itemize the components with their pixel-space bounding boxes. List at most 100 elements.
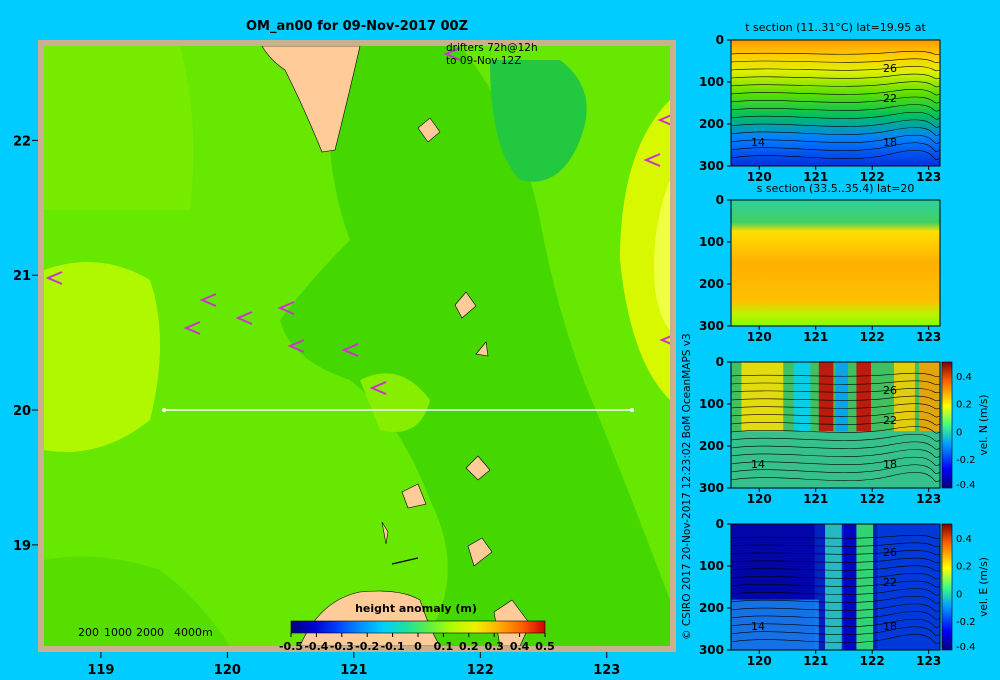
drifters-label-line1: drifters 72h@12h bbox=[446, 42, 538, 54]
s-section-panel: s section (33.5..35.4) lat=20 120 121 122 12… bbox=[699, 182, 941, 344]
section-y-tick-label: 200 bbox=[699, 439, 724, 453]
map-title: OM_an00 for 09-Nov-2017 00Z bbox=[246, 19, 468, 34]
map-y-tick-label: 21 bbox=[13, 269, 31, 284]
ve-section-panel: 26 22 18 14 120 121 122 123 0 100 200 300 0.4 0.2 0 -0.… bbox=[699, 517, 990, 668]
velocity-colorbar-tick-label: 0.2 bbox=[956, 562, 972, 573]
section-x-tick-label: 120 bbox=[747, 492, 772, 506]
depth-legend: 200 1000 2000 4000m bbox=[78, 626, 213, 639]
credit-text: © CSIRO 2017 20-Nov-2017 12:23:02 BoM Oc… bbox=[681, 333, 693, 640]
velocity-band bbox=[793, 362, 811, 432]
contour-label: 18 bbox=[883, 458, 897, 471]
velocity-band bbox=[856, 362, 872, 432]
map-y-axis: 19 20 21 22 bbox=[13, 134, 38, 554]
section-title: t section (11..31°C) lat=19.95 at bbox=[745, 21, 926, 34]
section-x-tick-label: 120 bbox=[747, 330, 772, 344]
map-x-tick-label: 119 bbox=[87, 663, 114, 678]
section-y-tick-label: 0 bbox=[716, 517, 724, 531]
t-section-panel: 26 22 18 14 t section (11..31°C) lat=19.95 a… bbox=[699, 21, 941, 184]
velocity-band bbox=[835, 362, 849, 432]
section-y-tick-label: 0 bbox=[716, 33, 724, 47]
velocity-band bbox=[825, 524, 842, 650]
contour-label: 22 bbox=[883, 576, 897, 589]
section-y-tick-label: 100 bbox=[699, 235, 724, 249]
colorbar-label: height anomaly (m) bbox=[355, 602, 477, 615]
map-x-tick-label: 120 bbox=[214, 663, 241, 678]
section-y-tick-label: 0 bbox=[716, 193, 724, 207]
vn-section-panel: 26 22 18 14 120 121 122 123 0 100 200 300 0.4 0.2 0 -0.… bbox=[699, 355, 990, 506]
height-anomaly-map: OM_an00 for 09-Nov-2017 00Z drifters 72h… bbox=[13, 19, 676, 678]
section-y-tick-label: 200 bbox=[699, 117, 724, 131]
section-y-tick-label: 300 bbox=[699, 481, 724, 495]
section-line-end bbox=[630, 408, 635, 413]
section-x-tick-label: 122 bbox=[860, 492, 885, 506]
map-field bbox=[44, 46, 670, 646]
section-x-tick-label: 120 bbox=[747, 654, 772, 668]
map-x-axis: 119 120 121 122 123 bbox=[87, 652, 620, 678]
section-x-tick-label: 121 bbox=[803, 654, 828, 668]
map-x-tick-label: 123 bbox=[593, 663, 620, 678]
colorbar-tick-label: 0.1 bbox=[434, 640, 454, 653]
depth-legend-label: 4000m bbox=[174, 626, 213, 639]
colorbar-scale bbox=[290, 620, 546, 634]
section-y-tick-label: 300 bbox=[699, 643, 724, 657]
section-panels: 26 22 18 14 t section (11..31°C) lat=19.95 a… bbox=[699, 21, 990, 668]
contour-label: 14 bbox=[751, 620, 765, 633]
section-y-tick-label: 200 bbox=[699, 601, 724, 615]
velocity-colorbar-tick-label: 0 bbox=[956, 427, 962, 438]
map-y-tick-label: 20 bbox=[13, 404, 31, 419]
colorbar-tick-label: -0.4 bbox=[304, 640, 328, 653]
contour-label: 26 bbox=[883, 546, 897, 559]
section-x-tick-label: 121 bbox=[803, 492, 828, 506]
velocity-colorbar bbox=[941, 361, 953, 489]
colorbar-tick-label: 0 bbox=[414, 640, 422, 653]
colorbar-tick-label: 0.2 bbox=[459, 640, 479, 653]
section-y-tick-label: 0 bbox=[716, 355, 724, 369]
contour-label: 18 bbox=[883, 620, 897, 633]
velocity-colorbar-label: vel. N (m/s) bbox=[978, 395, 990, 456]
map-y-tick-label: 19 bbox=[13, 539, 31, 554]
section-x-tick-label: 123 bbox=[916, 170, 941, 184]
colorbar-tick-label: -0.5 bbox=[279, 640, 303, 653]
contour-label: 26 bbox=[883, 62, 897, 75]
depth-legend-label: 2000 bbox=[136, 626, 164, 639]
section-x-tick-label: 123 bbox=[916, 330, 941, 344]
section-field bbox=[731, 200, 940, 326]
velocity-colorbar-tick-label: 0 bbox=[956, 589, 962, 600]
velocity-band bbox=[843, 524, 857, 650]
colorbar-tick-label: 0.4 bbox=[510, 640, 530, 653]
contour-label: 14 bbox=[751, 136, 765, 149]
map-x-tick-label: 121 bbox=[340, 663, 367, 678]
depth-legend-label: 1000 bbox=[104, 626, 132, 639]
contour-label: 18 bbox=[883, 136, 897, 149]
velocity-band bbox=[856, 524, 874, 650]
contour-label: 22 bbox=[883, 92, 897, 105]
contour-label: 26 bbox=[883, 384, 897, 397]
figure: OM_an00 for 09-Nov-2017 00Z drifters 72h… bbox=[13, 19, 990, 678]
velocity-colorbar-tick-label: -0.4 bbox=[956, 642, 976, 653]
velocity-colorbar-tick-label: -0.2 bbox=[956, 617, 976, 628]
colorbar-tick-label: -0.1 bbox=[381, 640, 405, 653]
section-y-tick-label: 300 bbox=[699, 159, 724, 173]
section-x-tick-label: 122 bbox=[860, 330, 885, 344]
map-x-tick-label: 122 bbox=[467, 663, 494, 678]
velocity-colorbar-tick-label: 0.4 bbox=[956, 534, 972, 545]
map-field-ridge bbox=[44, 46, 194, 210]
drifters-label-line2: to 09-Nov 12Z bbox=[446, 55, 521, 67]
velocity-band bbox=[818, 362, 834, 432]
section-x-tick-label: 122 bbox=[860, 654, 885, 668]
map-y-tick-label: 22 bbox=[13, 134, 31, 149]
velocity-band bbox=[741, 362, 784, 432]
section-y-tick-label: 100 bbox=[699, 75, 724, 89]
contour-label: 22 bbox=[883, 414, 897, 427]
section-line-start bbox=[162, 408, 167, 413]
section-y-tick-label: 300 bbox=[699, 319, 724, 333]
colorbar-tick-label: -0.2 bbox=[355, 640, 379, 653]
section-title: s section (33.5..35.4) lat=20 bbox=[757, 182, 915, 195]
section-y-tick-label: 200 bbox=[699, 277, 724, 291]
colorbar-tick-label: -0.3 bbox=[330, 640, 354, 653]
depth-legend-label: 200 bbox=[78, 626, 99, 639]
section-x-tick-label: 123 bbox=[916, 492, 941, 506]
contour-label: 14 bbox=[751, 458, 765, 471]
velocity-colorbar-tick-label: -0.4 bbox=[956, 480, 976, 491]
colorbar-tick-label: 0.3 bbox=[484, 640, 504, 653]
